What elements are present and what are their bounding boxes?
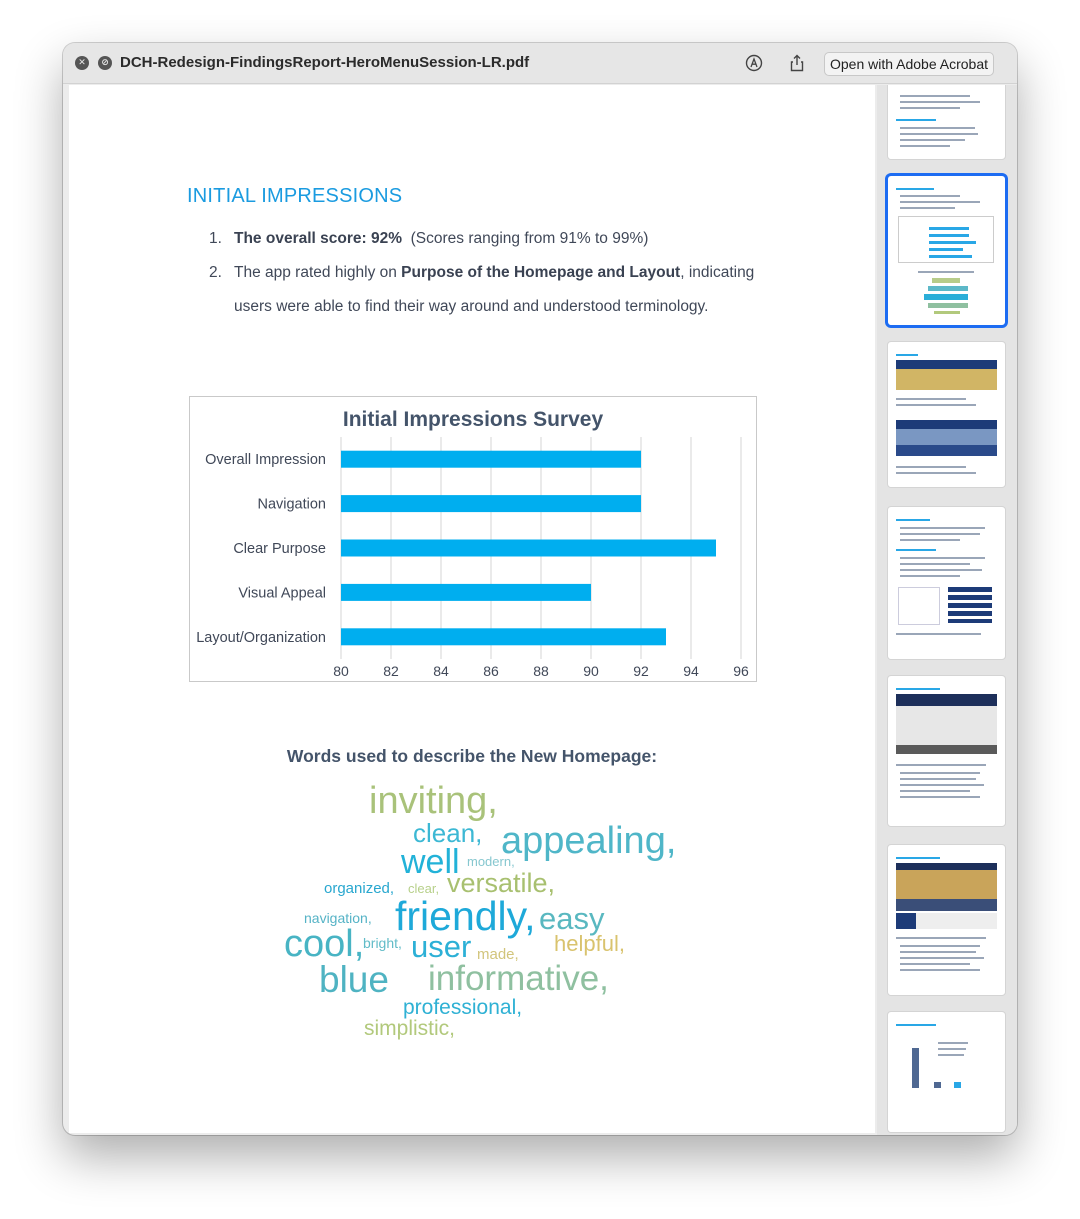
wordcloud-word: cool, [284,923,365,965]
wordcloud-word: blue [319,959,389,1000]
wordcloud-word: appealing, [501,820,677,862]
wordcloud-word: bright, [363,935,402,951]
page-thumbnail-3[interactable] [888,342,1005,487]
window-title: DCH-Redesign-FindingsReport-HeroMenuSess… [120,54,530,71]
close-icon[interactable]: ✕ [75,56,89,70]
wordcloud-word: organized, [324,880,395,897]
wordcloud-word: inviting, [369,780,498,822]
pdf-viewer-window: ✕ ⊘ DCH-Redesign-FindingsReport-HeroMenu… [63,43,1017,1135]
wordcloud-word: user [411,929,472,964]
open-with-acrobat-button[interactable]: Open with Adobe Acrobat [824,52,994,76]
wordcloud-word: modern, [467,854,515,869]
page-thumbnail-1[interactable] [888,85,1005,159]
wordcloud-word: easy [539,901,605,936]
word-cloud: inviting, clean, appealing, well modern, orga… [69,85,875,1133]
wordcloud-word: professional, [403,996,523,1019]
page-thumbnail-6[interactable] [888,845,1005,995]
page-thumbnail-5[interactable] [888,676,1005,826]
page-thumbnail-4[interactable] [888,507,1005,659]
thumbnail-sidebar[interactable] [877,85,1017,1135]
page-thumbnail-7[interactable] [888,1012,1005,1132]
markup-icon[interactable] [745,54,763,72]
no-entry-icon[interactable]: ⊘ [98,56,112,70]
wordcloud-word: informative, [428,959,609,998]
wordcloud-word: helpful, [554,931,625,956]
page-thumbnail-2[interactable] [888,176,1005,325]
share-icon[interactable] [788,54,806,72]
document-page: INITIAL IMPRESSIONS 1. The overall score… [69,85,875,1133]
title-bar: ✕ ⊘ DCH-Redesign-FindingsReport-HeroMenu… [63,43,1017,84]
wordcloud-word: simplistic, [364,1017,456,1040]
